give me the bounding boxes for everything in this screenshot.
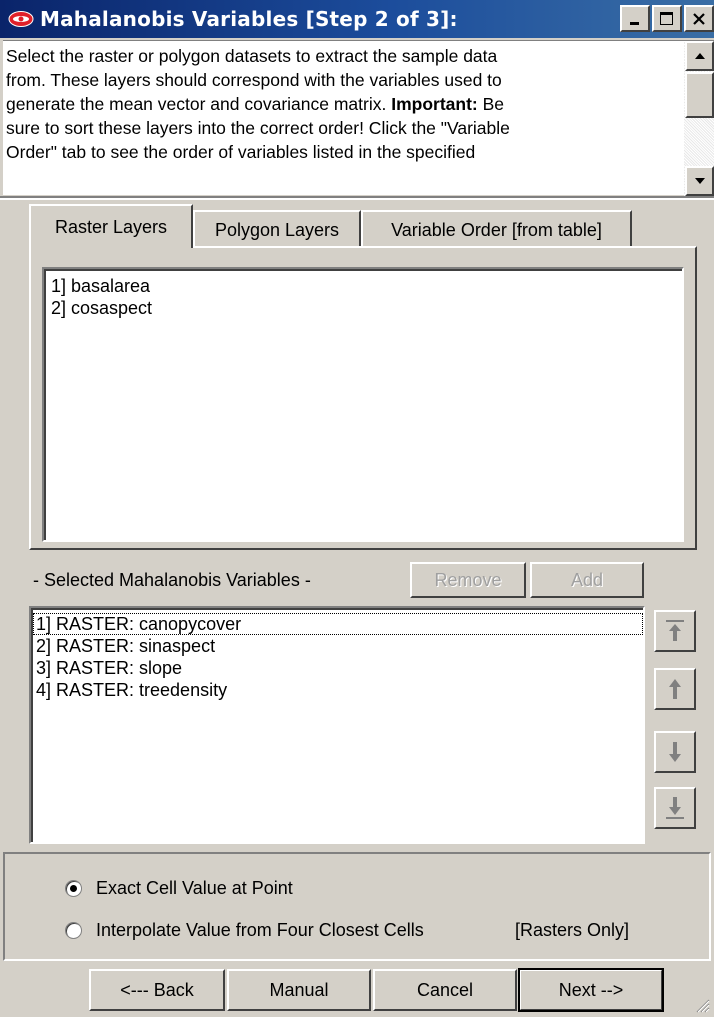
- instructions-line: generate the mean vector and covariance …: [6, 94, 505, 114]
- instructions-line: Order" tab to see the order of variables…: [6, 142, 476, 162]
- move-down-button[interactable]: [654, 731, 696, 773]
- back-button[interactable]: <--- Back: [89, 969, 225, 1011]
- instructions-scrollbar[interactable]: [684, 41, 714, 196]
- instructions-line: sure to sort these layers into the corre…: [6, 118, 510, 138]
- list-item[interactable]: 2] cosaspect: [48, 297, 682, 319]
- resize-grip-icon: [696, 999, 710, 1013]
- list-item[interactable]: 4] RASTER: treedensity: [33, 679, 643, 701]
- remove-button[interactable]: Remove: [410, 562, 526, 598]
- app-eye-icon: [6, 4, 36, 34]
- list-item[interactable]: 3] RASTER: slope: [33, 657, 643, 679]
- close-icon: [693, 12, 705, 25]
- arrow-up-icon: [669, 679, 681, 699]
- selected-variables-list[interactable]: 1] RASTER: canopycover 2] RASTER: sinasp…: [29, 606, 645, 844]
- arrow-down-icon: [669, 742, 681, 762]
- interpolate-radio[interactable]: [65, 922, 82, 939]
- instructions-box: Select the raster or polygon datasets to…: [3, 40, 714, 196]
- cancel-button[interactable]: Cancel: [373, 969, 517, 1011]
- raster-layers-list[interactable]: 1] basalarea 2] cosaspect: [42, 267, 684, 542]
- divider: [0, 198, 714, 200]
- selected-variables-label: - Selected Mahalanobis Variables -: [33, 570, 311, 590]
- manual-button[interactable]: Manual: [227, 969, 371, 1011]
- tab-variable-order[interactable]: Variable Order [from table]: [361, 210, 632, 248]
- move-to-top-button[interactable]: [654, 610, 696, 652]
- raster-layers-panel: 1] basalarea 2] cosaspect: [29, 246, 697, 550]
- move-up-button[interactable]: [654, 668, 696, 710]
- rasters-only-label: [Rasters Only]: [515, 920, 630, 940]
- next-button[interactable]: Next -->: [518, 968, 664, 1012]
- exact-cell-label: Exact Cell Value at Point: [96, 878, 293, 898]
- close-button[interactable]: [684, 5, 714, 32]
- list-item[interactable]: 1] basalarea: [48, 275, 682, 297]
- instructions-line: Select the raster or polygon datasets to…: [6, 46, 498, 66]
- exact-cell-radio[interactable]: [65, 880, 82, 897]
- arrow-to-bottom-icon: [666, 797, 684, 819]
- title-bar[interactable]: Mahalanobis Variables [Step 2 of 3]:: [0, 0, 714, 38]
- tab-raster-layers[interactable]: Raster Layers: [29, 204, 193, 248]
- instructions-text: Select the raster or polygon datasets to…: [6, 44, 676, 194]
- triangle-down-icon: [694, 178, 705, 184]
- minimize-icon: [630, 21, 639, 25]
- interpolate-option[interactable]: Interpolate Value from Four Closest Cell…: [65, 920, 424, 941]
- scroll-thumb[interactable]: [685, 72, 714, 118]
- minimize-button[interactable]: [620, 5, 650, 32]
- list-item[interactable]: 1] RASTER: canopycover: [33, 613, 643, 635]
- instructions-line: from. These layers should correspond wit…: [6, 70, 502, 90]
- resize-grip[interactable]: [694, 997, 710, 1013]
- triangle-up-icon: [694, 53, 705, 59]
- extraction-options-panel: Exact Cell Value at Point Interpolate Va…: [3, 852, 711, 961]
- mahalanobis-dialog: Mahalanobis Variables [Step 2 of 3]: Sel…: [0, 0, 714, 1017]
- add-button[interactable]: Add: [530, 562, 644, 598]
- interpolate-label: Interpolate Value from Four Closest Cell…: [96, 920, 424, 940]
- important-label: Important:: [391, 94, 478, 114]
- scroll-up-button[interactable]: [685, 41, 714, 71]
- scroll-down-button[interactable]: [685, 166, 714, 196]
- list-item[interactable]: 2] RASTER: sinaspect: [33, 635, 643, 657]
- window-title: Mahalanobis Variables [Step 2 of 3]:: [40, 7, 458, 31]
- move-to-bottom-button[interactable]: [654, 787, 696, 829]
- tab-polygon-layers[interactable]: Polygon Layers: [193, 210, 361, 248]
- arrow-to-top-icon: [666, 620, 684, 641]
- maximize-icon: [660, 11, 673, 25]
- maximize-button[interactable]: [652, 5, 682, 32]
- exact-cell-option[interactable]: Exact Cell Value at Point: [65, 878, 293, 899]
